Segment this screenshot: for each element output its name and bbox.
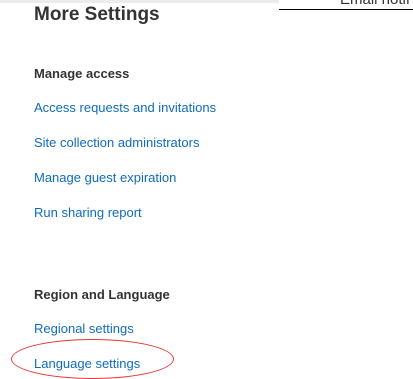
panel-title: More Settings [34, 4, 160, 25]
manage-access-heading: Manage access [34, 66, 130, 81]
site-collection-admins-link[interactable]: Site collection administrators [34, 135, 199, 150]
regional-settings-link[interactable]: Regional settings [34, 321, 134, 336]
access-requests-link[interactable]: Access requests and invitations [34, 100, 216, 115]
header-underline [279, 9, 413, 10]
run-sharing-report-link[interactable]: Run sharing report [34, 205, 142, 220]
language-settings-link[interactable]: Language settings [34, 356, 140, 371]
top-strip [0, 0, 279, 3]
email-notifications-cutoff-text: Email notif [340, 0, 410, 8]
manage-guest-expiration-link[interactable]: Manage guest expiration [34, 170, 176, 185]
region-language-heading: Region and Language [34, 287, 170, 302]
